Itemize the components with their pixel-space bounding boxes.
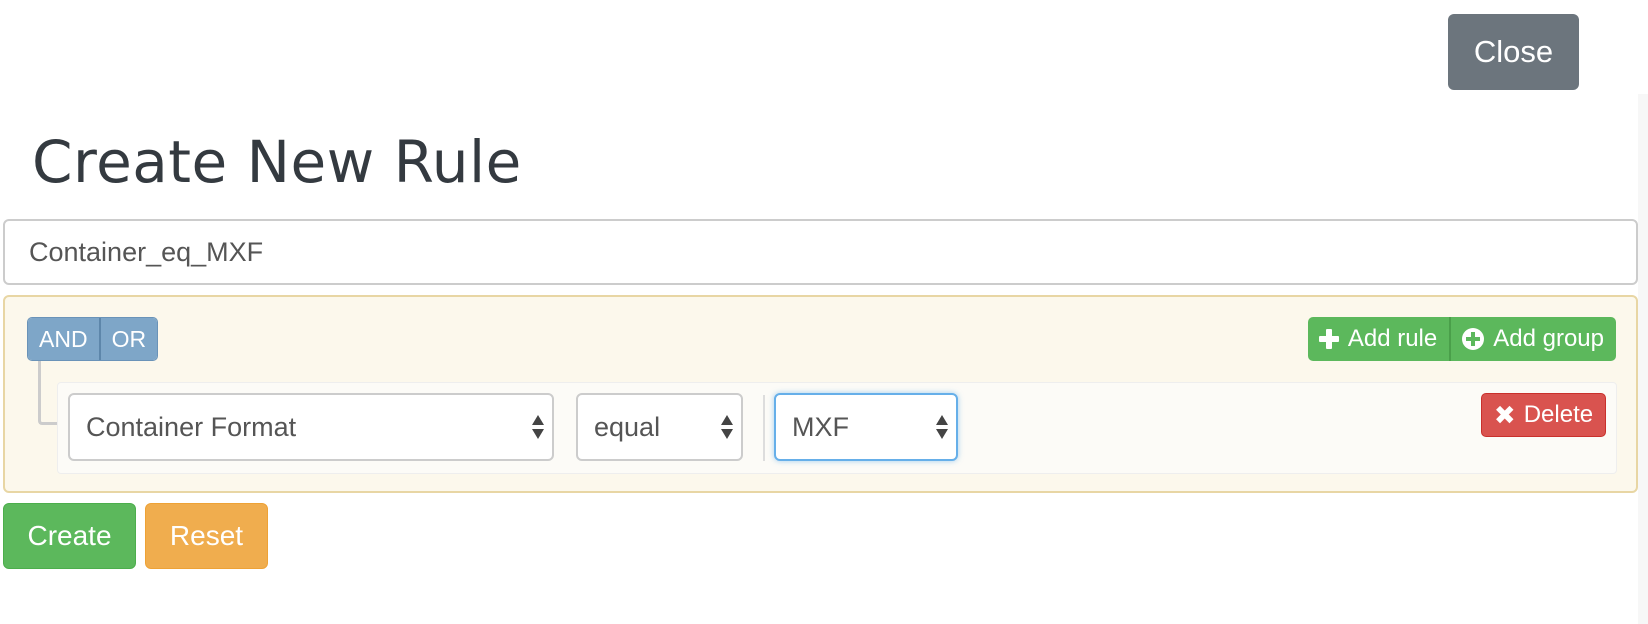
rule-name-input[interactable] [3,219,1638,285]
select-arrows-icon [721,415,733,439]
condition-toggle: AND OR [27,317,159,361]
add-group-label: Add group [1493,325,1604,352]
rule-group: AND OR Add rule Add group Container Form… [3,295,1638,493]
add-rule-button[interactable]: Add rule [1307,317,1450,361]
page-title: Create New Rule [32,128,522,196]
reset-button[interactable]: Reset [145,503,268,569]
plus-circle-icon [1461,327,1485,351]
operator-select-value: equal [594,411,661,442]
plus-icon [1318,328,1340,350]
page: Close Create New Rule AND OR Add rule [0,0,1648,624]
close-x-icon: ✖ [1493,399,1516,430]
value-select[interactable]: MXF [774,393,958,461]
close-button[interactable]: Close [1448,14,1579,90]
and-condition-button[interactable]: AND [28,318,99,360]
or-condition-button[interactable]: OR [98,318,158,360]
field-select[interactable]: Container Format [68,393,554,461]
value-select-value: MXF [792,411,849,442]
field-select-value: Container Format [86,411,297,442]
scrollbar-track[interactable] [1638,94,1648,624]
operator-select[interactable]: equal [576,393,743,461]
delete-label: Delete [1523,401,1594,428]
divider [763,395,765,461]
add-group-button[interactable]: Add group [1449,317,1616,361]
group-actions: Add rule Add group [1307,317,1616,361]
create-button[interactable]: Create [3,503,136,569]
rule-connector-line [38,361,58,425]
delete-rule-button[interactable]: ✖ Delete [1481,393,1606,437]
rule-row: Container Format equal MXF ✖ Delete [57,382,1617,474]
select-arrows-icon [936,415,948,439]
add-rule-label: Add rule [1347,325,1438,352]
select-arrows-icon [532,415,544,439]
